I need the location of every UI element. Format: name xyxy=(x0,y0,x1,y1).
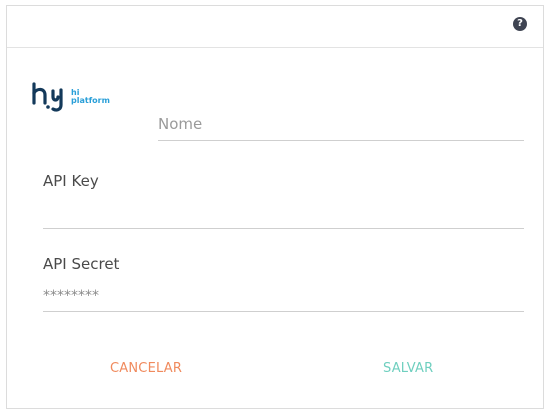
name-field xyxy=(158,114,524,146)
hi-logo-mark-icon xyxy=(32,82,63,112)
help-icon[interactable]: ? xyxy=(513,17,527,31)
api-secret-input[interactable] xyxy=(43,288,524,312)
save-button[interactable]: SALVAR xyxy=(383,361,433,376)
api-secret-label: API Secret xyxy=(43,255,120,273)
api-key-label: API Key xyxy=(43,172,99,190)
cancel-button[interactable]: CANCELAR xyxy=(110,361,182,376)
name-input[interactable] xyxy=(158,117,524,141)
api-key-input[interactable] xyxy=(43,205,524,229)
logo-text-platform: platform xyxy=(71,96,110,105)
api-secret-field: API Secret xyxy=(43,255,524,314)
api-key-field: API Key xyxy=(43,172,524,230)
dialog-header: ? xyxy=(7,6,543,48)
hi-platform-logo: hi platform xyxy=(31,81,110,117)
